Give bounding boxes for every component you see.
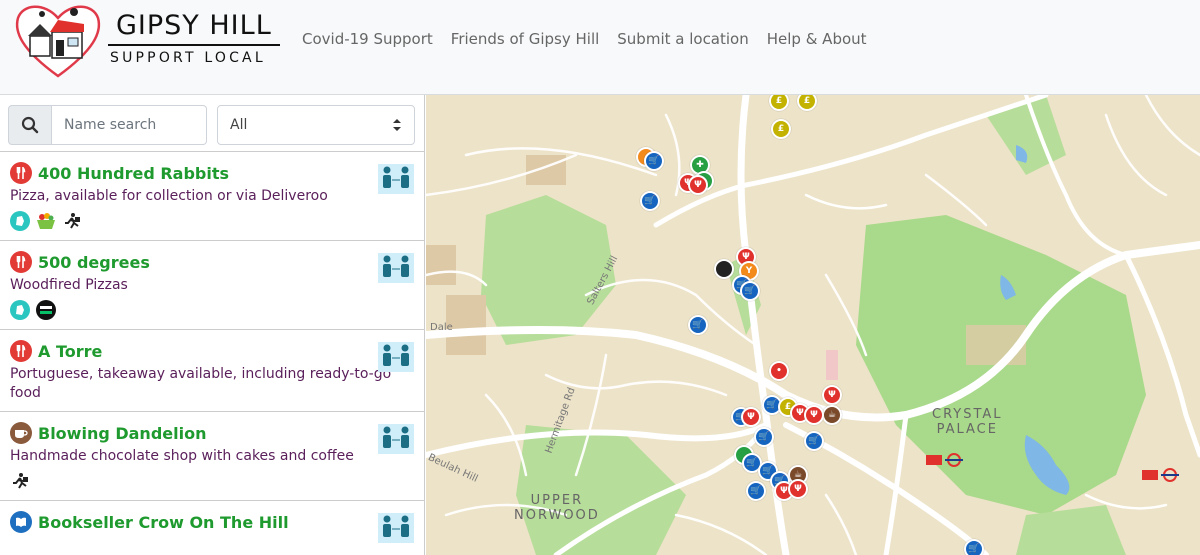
category-filter-value: All [230,117,248,133]
social-distancing-icon [378,253,414,283]
listing-sidebar: All 400 Hundred Rabbits Pizza, available… [0,95,425,555]
listing-description: Pizza, available for collection or via D… [10,188,328,204]
brand-wordmark[interactable]: GIPSY HILL SUPPORT LOCAL [108,10,280,72]
nav-covid-support[interactable]: Covid-19 Support [302,30,433,48]
map-pin[interactable]: 🛒 [640,191,660,211]
uber-eats-icon [36,300,56,320]
brand-subtitle: SUPPORT LOCAL [110,50,266,66]
list-item[interactable]: A Torre Portuguese, takeaway available, … [0,329,424,411]
map-pin[interactable]: Ψ [822,385,842,405]
restaurant-icon [10,340,32,362]
listing-name[interactable]: Blowing Dandelion [38,424,206,443]
search-icon [21,116,39,134]
map-pin[interactable]: 🛒 [688,315,708,335]
map-pin[interactable]: Ψ [788,479,808,499]
nav-help-about[interactable]: Help & About [767,30,867,48]
category-filter-select[interactable]: All [217,105,415,145]
delivery-runner-icon [10,471,30,491]
basket-icon [36,211,56,231]
social-distancing-icon [378,342,414,372]
map-pin[interactable]: 🛒 [740,281,760,301]
map-label-crystal-palace: CRYSTAL PALACE [932,407,1003,437]
logo-heart-icon[interactable] [12,2,104,80]
list-item[interactable]: Blowing Dandelion Handmade chocolate sho… [0,411,424,500]
map-label-upper-norwood: UPPER NORWOOD [514,493,600,523]
map-pin[interactable]: ☕ [822,405,842,425]
map-pin[interactable]: 🛒 [804,431,824,451]
coffee-cup-icon [10,422,32,444]
select-arrows-icon [393,119,401,131]
list-item[interactable]: 400 Hundred Rabbits Pizza, available for… [0,151,424,240]
deliveroo-icon [10,211,30,231]
search-button[interactable] [8,105,52,145]
listing-description: Handmade chocolate shop with cakes and c… [10,448,354,464]
brand-title: GIPSY HILL [116,10,272,41]
map-pin[interactable]: Ψ [688,175,708,195]
deliveroo-icon [10,300,30,320]
map-pin[interactable]: Ψ [741,407,761,427]
social-distancing-icon [378,164,414,194]
book-icon [10,511,32,533]
listing-name[interactable]: 400 Hundred Rabbits [38,164,229,183]
restaurant-icon [10,251,32,273]
brand-divider [108,44,280,46]
map-pin[interactable]: 🛒 [964,539,984,555]
name-search-input[interactable] [52,105,207,145]
map-pin[interactable]: Ψ [804,405,824,425]
listing-list: 400 Hundred Rabbits Pizza, available for… [0,151,424,543]
list-item[interactable]: Bookseller Crow On The Hill [0,500,424,543]
top-navbar: GIPSY HILL SUPPORT LOCAL Covid-19 Suppor… [0,0,1200,95]
main-nav: Covid-19 Support Friends of Gipsy Hill S… [302,30,867,48]
search-group [8,105,207,145]
map-pin[interactable]: 🛒 [644,151,664,171]
map-pin[interactable]: £ [771,119,791,139]
road-label-dale: Dale [430,322,453,333]
restaurant-icon [10,162,32,184]
nav-friends[interactable]: Friends of Gipsy Hill [451,30,600,48]
delivery-runner-icon [62,211,82,231]
listing-description: Woodfired Pizzas [10,277,128,293]
map-pin[interactable]: • [769,361,789,381]
social-distancing-icon [378,513,414,543]
map-view[interactable]: CRYSTAL PALACE UPPER NORWOOD Salters Hil… [426,95,1200,555]
list-item[interactable]: 500 degrees Woodfired Pizzas [0,240,424,329]
social-distancing-icon [378,424,414,454]
listing-name[interactable]: Bookseller Crow On The Hill [38,513,289,532]
listing-description: Portuguese, takeaway available, includin… [10,366,392,401]
nav-submit-location[interactable]: Submit a location [617,30,748,48]
map-tiles[interactable] [426,95,1200,555]
listing-name[interactable]: 500 degrees [38,253,150,272]
map-pin[interactable]: 🛒 [746,481,766,501]
listing-name[interactable]: A Torre [38,342,102,361]
map-pin[interactable] [714,259,734,279]
map-pin[interactable]: 🛒 [754,427,774,447]
